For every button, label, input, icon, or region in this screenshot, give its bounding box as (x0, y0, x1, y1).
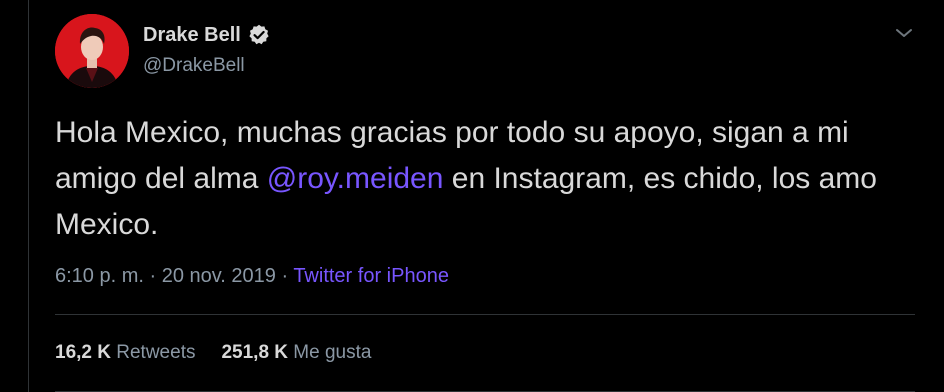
author-handle[interactable]: @DrakeBell (143, 54, 245, 78)
author-display-name[interactable]: Drake Bell (143, 22, 241, 48)
verified-badge-icon (249, 24, 269, 45)
likes-count: 251,8 K (221, 342, 289, 363)
avatar[interactable] (55, 14, 129, 88)
divider (55, 314, 915, 315)
meta-separator: · (275, 265, 294, 287)
timeline-border (28, 0, 29, 392)
likes-label: Me gusta (293, 342, 372, 363)
avatar-image (55, 14, 129, 88)
tweet-meta: 6:10 p. m. · 20 nov. 2019 · Twitter for … (55, 263, 449, 289)
tweet-stats: 16,2 K Retweets 251,8 K Me gusta (55, 341, 371, 365)
retweets-stat[interactable]: 16,2 K Retweets (55, 342, 195, 363)
retweets-count: 16,2 K (55, 342, 111, 363)
mention-link[interactable]: @roy.meiden (267, 162, 444, 195)
chevron-down-icon[interactable] (893, 24, 915, 42)
retweets-label: Retweets (116, 342, 196, 363)
likes-stat[interactable]: 251,8 K Me gusta (221, 342, 371, 363)
author-name-row: Drake Bell (143, 22, 271, 48)
tweet-text: Hola Mexico, muchas gracias por todo su … (55, 110, 915, 248)
meta-separator: · (143, 265, 162, 287)
tweet-source-link[interactable]: Twitter for iPhone (293, 265, 449, 287)
tweet-time[interactable]: 6:10 p. m. (55, 265, 144, 287)
tweet-date[interactable]: 20 nov. 2019 (162, 265, 276, 287)
